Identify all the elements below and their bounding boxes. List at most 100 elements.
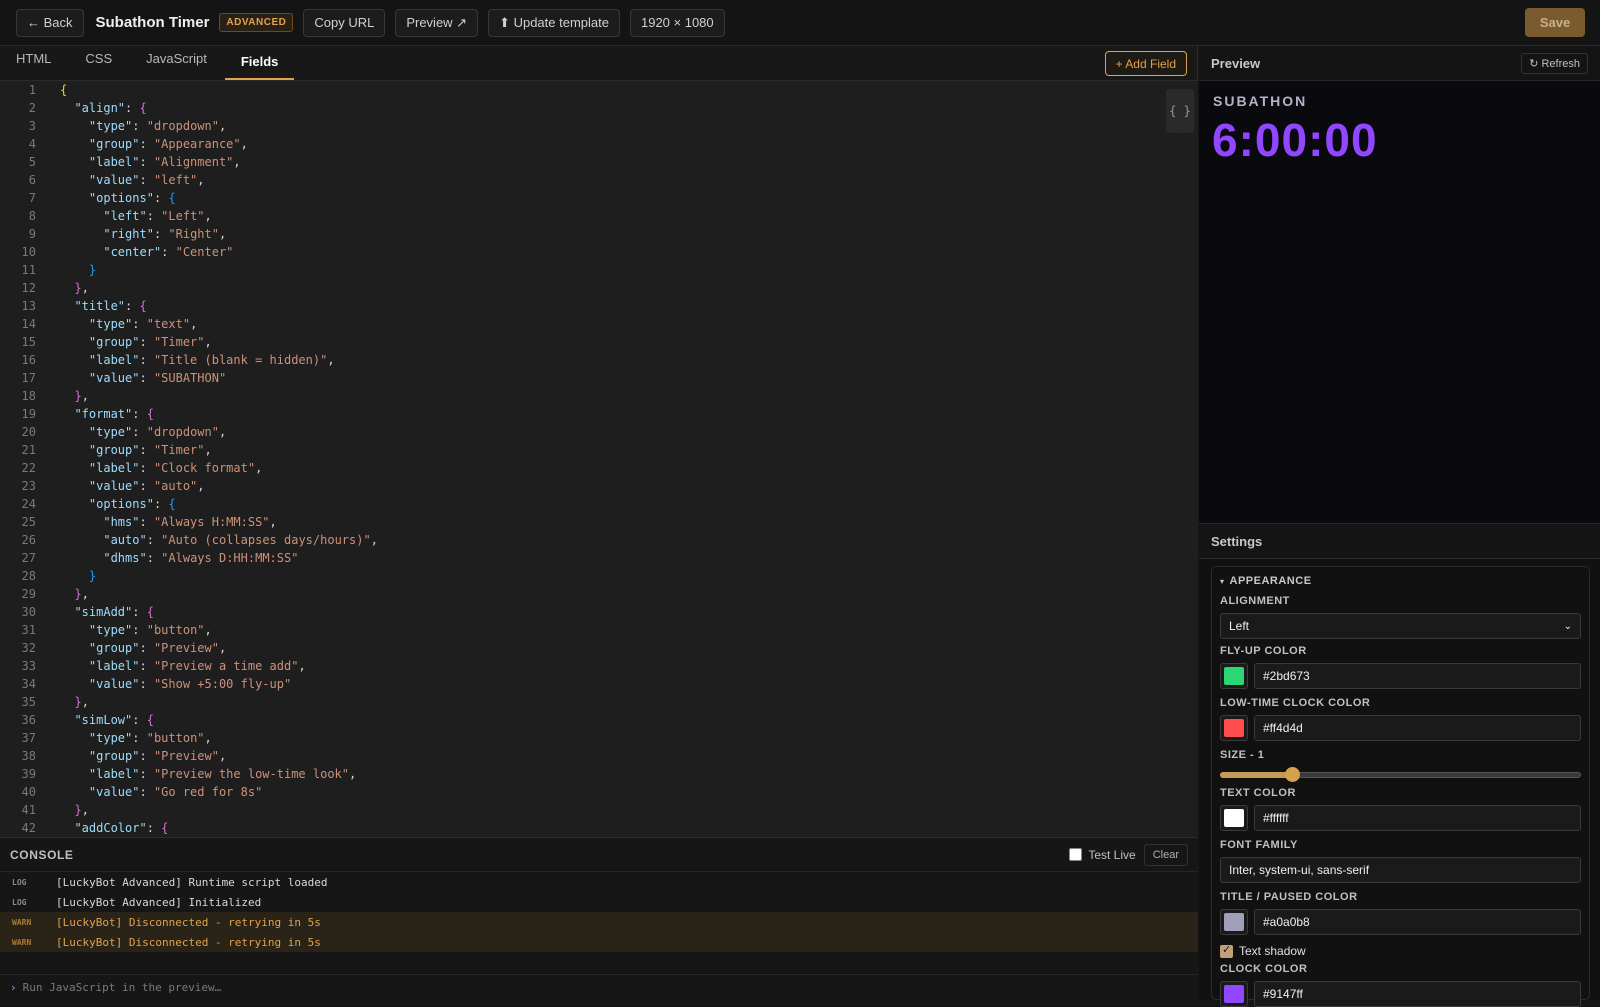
test-live-checkbox[interactable] bbox=[1069, 848, 1083, 861]
code-token: "Preview a time add" bbox=[153, 659, 299, 673]
line-number: 5 bbox=[28, 155, 36, 169]
size-slider[interactable] bbox=[1220, 767, 1581, 783]
preview-header-title: Preview bbox=[1211, 55, 1261, 71]
lowtime-color-input[interactable]: #ff4d4d bbox=[1254, 715, 1581, 741]
code-line: 10 "center": "Center" bbox=[0, 243, 1198, 261]
line-number: 15 bbox=[21, 335, 36, 349]
code-text: "value": "auto", bbox=[44, 477, 205, 495]
code-token: : bbox=[139, 659, 154, 673]
flyup-color-swatch[interactable] bbox=[1220, 663, 1248, 689]
code-token: "button" bbox=[146, 731, 205, 745]
code-text: "right": "Right", bbox=[44, 225, 226, 243]
save-button[interactable]: Save bbox=[1525, 8, 1585, 37]
code-text: "simLow": { bbox=[44, 711, 153, 729]
code-token: "type" bbox=[88, 119, 133, 133]
log-message: [LuckyBot] Disconnected - retrying in 5s bbox=[56, 935, 321, 949]
title-color-row: #a0a0b8 bbox=[1220, 909, 1581, 935]
tab-html[interactable]: HTML bbox=[16, 45, 51, 80]
code-line: 25 "hms": "Always H:MM:SS", bbox=[0, 513, 1198, 531]
test-live-toggle[interactable]: Test Live bbox=[1069, 848, 1136, 862]
console-input-placeholder: Run JavaScript in the preview… bbox=[22, 981, 222, 994]
code-token: , bbox=[81, 695, 89, 709]
code-line: 32 "group": "Preview", bbox=[0, 639, 1198, 657]
code-token: , bbox=[218, 227, 227, 241]
code-line: 38 "group": "Preview", bbox=[0, 747, 1198, 765]
update-template-button[interactable]: ⬆ Update template bbox=[488, 8, 620, 37]
code-text: "title": { bbox=[44, 297, 146, 315]
code-token: } bbox=[74, 695, 82, 709]
code-text: }, bbox=[44, 387, 88, 405]
code-token: "Timer" bbox=[153, 443, 205, 457]
tab-javascript[interactable]: JavaScript bbox=[146, 45, 207, 80]
code-line: 37 "type": "button", bbox=[0, 729, 1198, 747]
line-number: 20 bbox=[21, 425, 36, 439]
code-text: "hms": "Always H:MM:SS", bbox=[44, 513, 276, 531]
code-token: "Auto (collapses days/hours)" bbox=[161, 533, 371, 547]
preview-button[interactable]: Preview ↗ bbox=[395, 8, 479, 37]
code-token: } bbox=[74, 803, 82, 817]
line-number: 37 bbox=[21, 731, 36, 745]
console-input[interactable]: › Run JavaScript in the preview… bbox=[0, 974, 1198, 1000]
code-line: 5 "label": "Alignment", bbox=[0, 153, 1198, 171]
code-token: : bbox=[153, 191, 169, 205]
tab-fields[interactable]: Fields bbox=[224, 45, 295, 80]
code-token: , bbox=[204, 623, 212, 637]
code-text: "group": "Timer", bbox=[44, 441, 212, 459]
font-family-label: FONT FAMILY bbox=[1220, 839, 1298, 851]
code-text: "label": "Clock format", bbox=[44, 459, 262, 477]
code-token: } bbox=[74, 587, 82, 601]
code-token: "dropdown" bbox=[146, 119, 219, 133]
code-text: "type": "dropdown", bbox=[44, 423, 226, 441]
line-number: 12 bbox=[21, 281, 36, 295]
line-number: 40 bbox=[21, 785, 36, 799]
text-shadow-toggle[interactable]: Text shadow bbox=[1220, 943, 1581, 959]
tab-css[interactable]: CSS bbox=[85, 45, 112, 80]
code-token: "format" bbox=[74, 407, 133, 421]
text-shadow-checkbox[interactable] bbox=[1220, 943, 1233, 958]
code-token: : bbox=[139, 641, 154, 655]
add-field-button[interactable]: + Add Field bbox=[1104, 51, 1187, 76]
resolution-button[interactable]: 1920 × 1080 bbox=[629, 8, 725, 37]
code-token: , bbox=[204, 209, 212, 223]
code-token: : bbox=[139, 173, 154, 187]
title-color-swatch[interactable] bbox=[1220, 909, 1248, 935]
line-number: 19 bbox=[21, 407, 36, 421]
title-color-input[interactable]: #a0a0b8 bbox=[1254, 909, 1581, 935]
code-token: "label" bbox=[88, 659, 140, 673]
font-family-input[interactable]: Inter, system-ui, sans-serif bbox=[1220, 857, 1581, 883]
code-text: "label": "Alignment", bbox=[44, 153, 241, 171]
code-text: "label": "Title (blank = hidden)", bbox=[44, 351, 335, 369]
code-token: : bbox=[146, 821, 162, 835]
text-color-input[interactable]: #ffffff bbox=[1254, 805, 1581, 831]
code-text: "group": "Preview", bbox=[44, 639, 226, 657]
code-token: "Go red for 8s" bbox=[153, 785, 263, 799]
clear-console-button[interactable]: Clear bbox=[1143, 843, 1188, 866]
alignment-select[interactable]: Left ⌄ bbox=[1220, 613, 1581, 639]
flyup-color-input[interactable]: #2bd673 bbox=[1254, 663, 1581, 689]
copy-url-button[interactable]: Copy URL bbox=[303, 8, 386, 37]
back-button[interactable]: ← Back bbox=[16, 8, 84, 37]
size-slider-thumb[interactable] bbox=[1285, 767, 1301, 782]
code-editor[interactable]: 1{2 "align": {3 "type": "dropdown", 4 "gr… bbox=[0, 81, 1198, 837]
code-token: : bbox=[139, 335, 154, 349]
log-message: [LuckyBot] Disconnected - retrying in 5s bbox=[56, 915, 321, 929]
code-token: "options" bbox=[88, 191, 154, 205]
text-color-swatch[interactable] bbox=[1220, 805, 1248, 831]
clock-color-input[interactable]: #9147ff bbox=[1254, 981, 1581, 1007]
code-line: 40 "value": "Go red for 8s" bbox=[0, 783, 1198, 801]
code-token: "group" bbox=[88, 335, 140, 349]
format-braces-icon[interactable]: { } bbox=[1166, 89, 1194, 133]
appearance-group-toggle[interactable]: ▾ APPEARANCE bbox=[1220, 573, 1581, 589]
line-number: 33 bbox=[21, 659, 36, 673]
clock-color-swatch[interactable] bbox=[1220, 981, 1248, 1007]
text-color-row: #ffffff bbox=[1220, 805, 1581, 831]
lowtime-color-swatch[interactable] bbox=[1220, 715, 1248, 741]
refresh-button[interactable]: ↻ Refresh bbox=[1521, 52, 1588, 74]
